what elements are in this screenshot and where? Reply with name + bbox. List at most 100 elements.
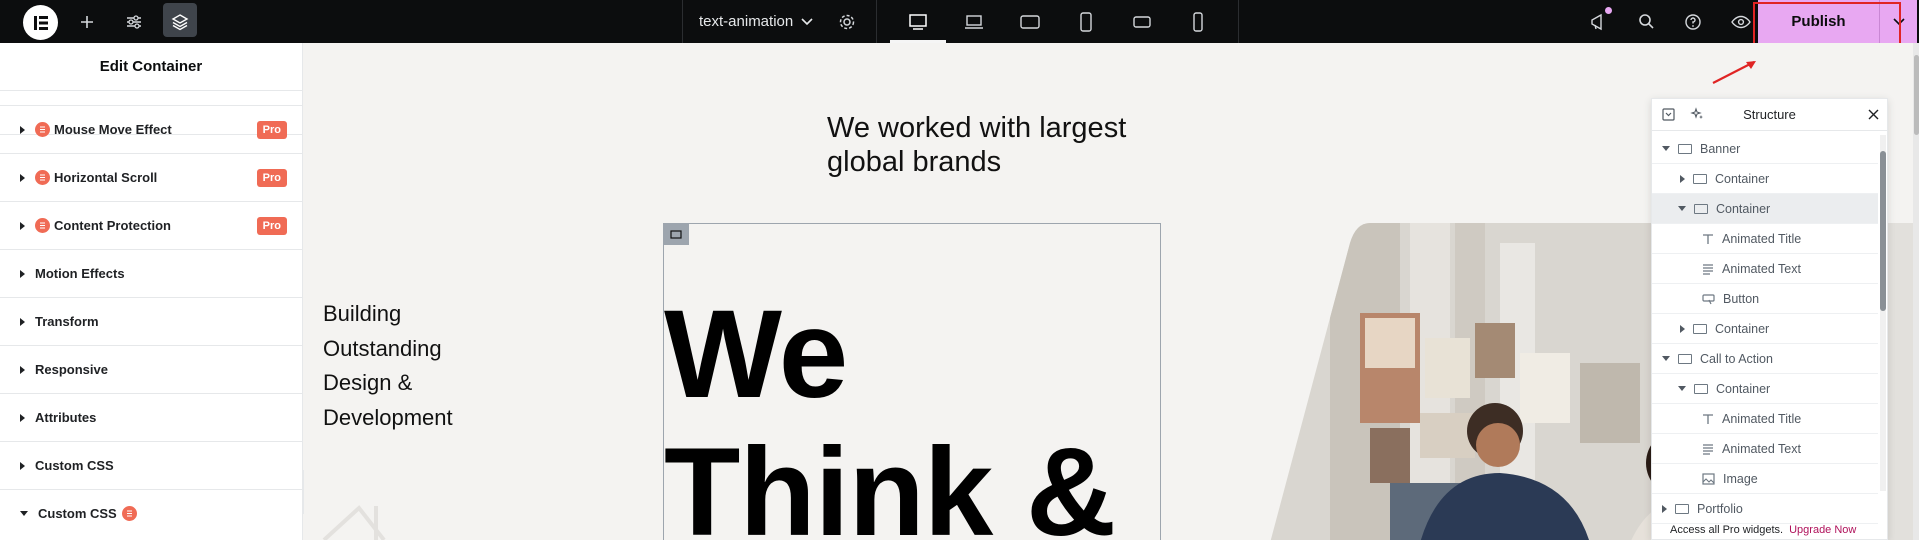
caret-right-icon [1662,504,1667,513]
services-line: Outstanding [323,335,442,361]
structure-item-button[interactable]: Button [1652,284,1878,314]
pro-badge: Pro [256,168,287,187]
structure-item-label: Call to Action [1700,351,1773,366]
section-transform[interactable]: Transform [0,297,303,345]
section-label: Transform [35,314,99,329]
help-icon[interactable] [1679,0,1707,43]
desktop-device-icon[interactable] [904,0,932,43]
heading-line: We worked with largest [827,112,1127,144]
services-text[interactable]: Building Outstanding Design & Developmen… [323,297,453,435]
top-bar: text-animation Publish [0,0,1919,43]
animated-title-line: Think & [664,423,1116,540]
brands-heading[interactable]: We worked with largest global brands [827,111,1126,179]
caret-right-icon [20,221,25,230]
structure-item-container[interactable]: Container [1652,374,1878,404]
section-content-protection[interactable]: Content Protection Pro [0,201,303,249]
container-icon [1678,143,1692,154]
structure-scrollbar-thumb[interactable] [1880,151,1886,311]
laptop-device-icon[interactable] [960,0,988,43]
text-icon [1703,443,1713,455]
site-settings-sliders-icon[interactable] [120,0,148,43]
section-responsive[interactable]: Responsive [0,345,303,393]
structure-item-animated-text[interactable]: Animated Text [1652,434,1878,464]
annotation-arrow-icon [1712,61,1756,84]
preview-eye-icon[interactable] [1727,0,1755,43]
container-icon [1694,383,1708,394]
section-attributes[interactable]: Attributes [0,393,303,441]
layers-icon[interactable] [166,0,194,43]
elementor-logo-icon[interactable] [23,5,58,40]
caret-right-icon [20,173,25,182]
mobile-portrait-device-icon[interactable] [1184,0,1212,43]
upgrade-now-link[interactable]: Upgrade Now [1789,524,1856,536]
structure-item-image[interactable]: Image [1652,464,1878,494]
section-label: Mouse Move Effect [54,122,172,137]
section-label: Custom CSS [35,458,114,473]
mobile-landscape-device-icon[interactable] [1128,0,1156,43]
tablet-portrait-device-icon[interactable] [1072,0,1100,43]
page-settings-gear-icon[interactable] [834,0,860,43]
section-motion-effects[interactable]: Motion Effects [0,249,303,297]
caret-down-icon [1678,206,1686,211]
structure-item-label: Animated Title [1722,411,1802,426]
container-handle[interactable] [663,223,689,245]
section-label: Responsive [35,362,108,377]
text-icon [1703,263,1713,275]
container-icon [1693,173,1707,184]
document-title-dropdown[interactable]: text-animation [699,0,813,43]
structure-item-container[interactable]: Container [1652,314,1878,344]
container-icon [1694,203,1708,214]
animated-title[interactable]: We Think & [664,285,1116,540]
section-custom-css-pro[interactable]: Custom CSS [0,489,303,537]
structure-panel: Structure Banner Container Container Ani… [1651,98,1888,540]
services-line: Building [323,301,402,326]
page-scrollbar-thumb[interactable] [1914,55,1919,135]
section-mouse-move-effect[interactable]: Mouse Move Effect Pro [0,105,303,153]
container-icon [1678,353,1692,364]
pro-badge: Pro [256,120,287,139]
structure-item-label: Banner [1700,141,1741,156]
structure-item-label: Animated Text [1722,261,1801,276]
collapse-all-icon[interactable] [1662,108,1675,124]
structure-item-label: Animated Title [1722,231,1802,246]
structure-item-call-to-action[interactable]: Call to Action [1652,344,1878,374]
structure-item-container-selected[interactable]: Container [1652,194,1878,224]
section-custom-css[interactable]: Custom CSS [0,441,303,489]
structure-item-label: Button [1723,291,1760,306]
search-icon[interactable] [1632,0,1660,43]
services-line: Design & [323,370,413,395]
structure-item-label: Container [1716,201,1771,216]
structure-item-portfolio[interactable]: Portfolio [1652,494,1878,524]
pro-badge: Pro [256,216,287,235]
caret-right-icon [1680,324,1685,333]
divider [682,0,683,43]
structure-item-container[interactable]: Container [1652,164,1878,194]
section-label: Attributes [35,410,97,425]
structure-item-animated-title[interactable]: Animated Title [1652,224,1878,254]
animated-title-line: We [664,285,848,424]
structure-item-animated-title[interactable]: Animated Title [1652,404,1878,434]
structure-item-label: Animated Text [1722,441,1801,456]
close-icon[interactable] [1868,108,1879,123]
decorative-arrow-shape [322,505,386,540]
section-horizontal-scroll[interactable]: Horizontal Scroll Pro [0,153,303,201]
caret-down-icon [20,511,28,516]
ai-sparkle-icon[interactable] [1690,107,1705,125]
caret-right-icon [20,461,25,470]
structure-item-label: Container [1715,171,1770,186]
structure-item-label: Container [1716,381,1771,396]
tablet-landscape-device-icon[interactable] [1016,0,1044,43]
caret-right-icon [20,413,25,422]
upgrade-text: Access all Pro widgets. [1670,524,1784,536]
caret-right-icon [20,269,25,278]
add-element-icon[interactable] [73,0,101,43]
caret-down-icon [1662,356,1670,361]
chevron-down-icon [801,17,813,25]
container-icon [1675,503,1689,514]
title-icon [1703,233,1713,244]
structure-item-label: Container [1715,321,1770,336]
heading-line: global brands [827,146,1002,178]
structure-item-animated-text[interactable]: Animated Text [1652,254,1878,284]
structure-item-banner[interactable]: Banner [1652,134,1878,164]
pro-feature-icon [35,218,50,233]
